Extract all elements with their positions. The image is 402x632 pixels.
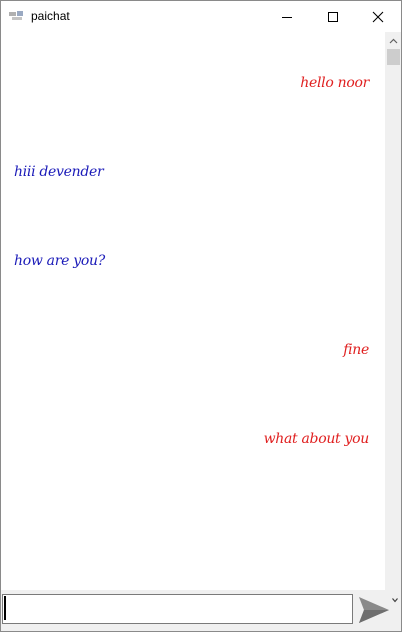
message-input[interactable]: [2, 594, 353, 624]
minimize-icon: [282, 16, 292, 18]
chevron-down-icon[interactable]: [391, 596, 399, 604]
chat-message-outgoing: fine: [343, 342, 369, 358]
chat-message-incoming: hiii devender: [14, 164, 104, 180]
close-icon: [372, 11, 384, 22]
chat-message-area[interactable]: hello noor hiii devender how are you? fi…: [1, 32, 385, 590]
window-title: paichat: [31, 9, 70, 23]
send-button[interactable]: [357, 594, 391, 626]
chat-message-outgoing: hello noor: [300, 75, 369, 91]
chat-message-outgoing: what about you: [263, 431, 370, 447]
text-caret: [4, 596, 6, 620]
app-window: paichat hello noor hiii devender how are…: [0, 0, 402, 632]
scrollbar-thumb[interactable]: [387, 49, 400, 65]
title-bar[interactable]: paichat: [1, 1, 401, 32]
send-icon: [359, 597, 389, 623]
minimize-button[interactable]: [264, 1, 310, 32]
chat-message-incoming: how are you?: [14, 253, 105, 269]
maximize-icon: [328, 11, 338, 22]
vertical-scrollbar[interactable]: [385, 32, 401, 590]
close-button[interactable]: [355, 1, 401, 32]
chevron-up-icon: [389, 38, 398, 43]
maximize-button[interactable]: [310, 1, 356, 32]
scroll-up-button[interactable]: [385, 32, 401, 49]
composer-bar: [1, 590, 401, 631]
paichat-app-icon: [9, 11, 23, 20]
